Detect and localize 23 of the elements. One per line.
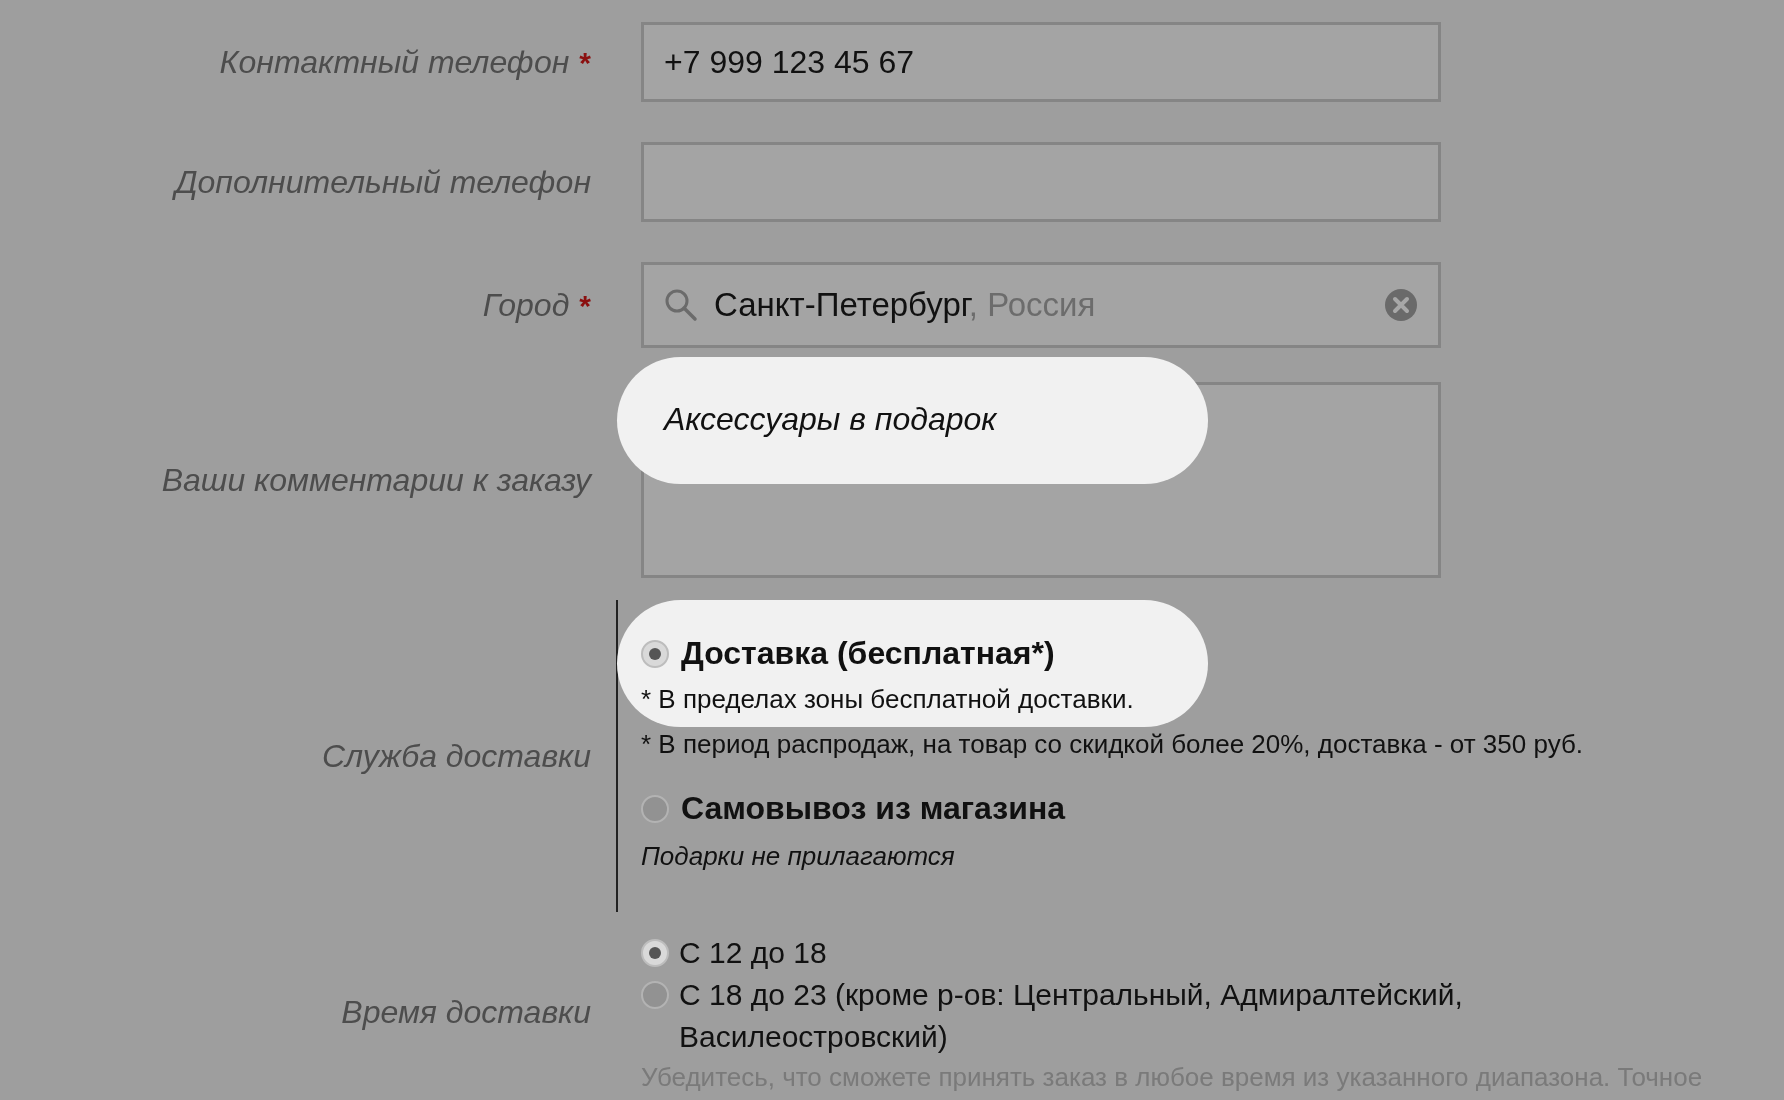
- input-field[interactable]: +7 999 123 45 67: [641, 22, 1441, 102]
- field-label: Контактный телефон: [219, 43, 570, 81]
- option-label: Самовывоз из магазина: [681, 790, 1065, 827]
- search-icon: [664, 288, 698, 322]
- option-note: * В пределах зоны бесплатной доставки.: [641, 684, 1135, 715]
- clear-icon[interactable]: [1384, 288, 1418, 322]
- option-label: С 12 до 18: [679, 935, 827, 971]
- option-note: Подарки не прилагаются: [641, 841, 956, 872]
- field-label: Город: [482, 286, 570, 324]
- field-label: Служба доставки: [321, 737, 591, 775]
- option-label: Доставка (бесплатная*): [681, 635, 1055, 672]
- field-label: Ваши комментарии к заказу: [161, 461, 591, 499]
- option-label: С 18 до 23 (кроме р-ов: Центральный, Адмиралтейский, Василеостровский): [679, 977, 1464, 1055]
- radio-button[interactable]: [641, 939, 669, 967]
- option-note: * В период распродаж, на товар со скидкой более 20%, доставка - от 350 руб.: [641, 729, 1585, 760]
- city-search-field[interactable]: Санкт-Петербург, Россия: [641, 262, 1441, 348]
- radio-button[interactable]: [641, 794, 669, 823]
- input-field[interactable]: [641, 142, 1441, 222]
- city-value: Санкт-Петербург: [714, 286, 969, 323]
- field-label: Время доставки: [341, 994, 591, 1031]
- required-asterisk: *: [579, 288, 591, 323]
- radio-button[interactable]: [641, 981, 669, 1009]
- required-asterisk: *: [579, 45, 591, 80]
